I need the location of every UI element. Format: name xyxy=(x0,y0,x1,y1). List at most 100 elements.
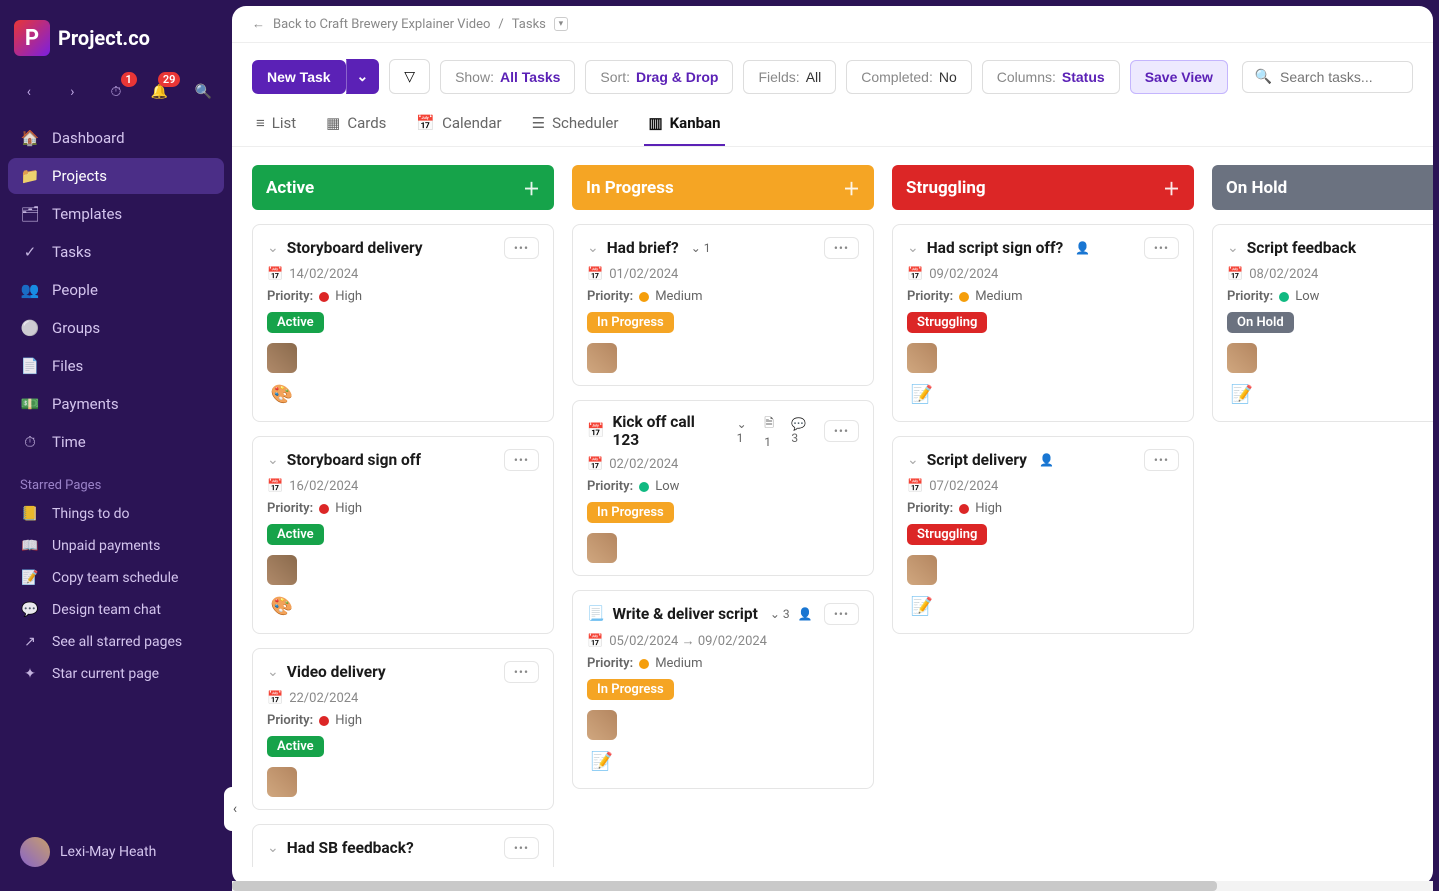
sidebar-item-files[interactable]: 📄Files xyxy=(8,348,224,384)
breadcrumb-menu-icon[interactable]: ▾ xyxy=(554,17,568,31)
search-box[interactable]: 🔍 xyxy=(1242,61,1413,93)
back-icon[interactable]: ← xyxy=(252,16,265,32)
view-tab-list[interactable]: ≡List xyxy=(252,104,300,146)
task-card[interactable]: ⌄ Had script sign off? 👤 ••• 📅09/02/2024… xyxy=(892,224,1194,422)
assignee-avatar[interactable] xyxy=(587,710,617,740)
view-tab-icon: ☰ xyxy=(532,114,545,132)
fields-filter[interactable]: Fields: All xyxy=(743,60,836,94)
new-task-dropdown[interactable]: ⌄ xyxy=(346,59,380,94)
bell-icon[interactable]: 🔔29 xyxy=(145,76,175,108)
card-more-button[interactable]: ••• xyxy=(504,449,539,471)
view-tab-icon: ▦ xyxy=(326,114,340,132)
brand-logo[interactable]: P Project.co xyxy=(8,12,224,72)
add-card-icon[interactable]: ＋ xyxy=(1163,175,1180,200)
forward-arrow-icon[interactable]: › xyxy=(58,76,88,108)
card-title: Script feedback xyxy=(1247,239,1356,257)
columns-filter[interactable]: Columns: Status xyxy=(982,60,1120,94)
assignee-avatar[interactable] xyxy=(907,555,937,585)
assignee-avatar[interactable] xyxy=(587,533,617,563)
task-card[interactable]: ⌄ Script feedback ••• 📅08/02/2024 Priori… xyxy=(1212,224,1433,422)
main-panel: ← Back to Craft Brewery Explainer Video … xyxy=(232,6,1433,885)
starred-item[interactable]: ↗See all starred pages xyxy=(8,627,224,657)
assignee-avatar[interactable] xyxy=(907,343,937,373)
save-view-button[interactable]: Save View xyxy=(1130,60,1228,94)
column-hold: On Hold＋ ⌄ Script feedback ••• 📅08/02/20… xyxy=(1212,165,1433,867)
sidebar-item-time[interactable]: ⏱Time xyxy=(8,424,224,460)
starred-item[interactable]: 📖Unpaid payments xyxy=(8,531,224,561)
assignee-avatar[interactable] xyxy=(267,343,297,373)
card-more-button[interactable]: ••• xyxy=(1144,449,1179,471)
add-card-icon[interactable]: ＋ xyxy=(523,175,540,200)
assignee-avatar[interactable] xyxy=(267,767,297,797)
assignee-avatar[interactable] xyxy=(1227,343,1257,373)
view-tab-label: Scheduler xyxy=(552,114,618,132)
starred-item[interactable]: ✦Star current page xyxy=(8,659,224,689)
priority-dot-icon xyxy=(319,716,329,726)
search-input[interactable] xyxy=(1280,69,1400,85)
status-pill: In Progress xyxy=(587,312,674,333)
column-header: Struggling＋ xyxy=(892,165,1194,210)
card-more-button[interactable]: ••• xyxy=(504,237,539,259)
nav-label: Payments xyxy=(52,395,119,413)
card-more-button[interactable]: ••• xyxy=(504,837,539,859)
task-card[interactable]: ⌄ Script delivery 👤 ••• 📅07/02/2024 Prio… xyxy=(892,436,1194,634)
show-filter[interactable]: Show: All Tasks xyxy=(440,60,575,94)
completed-filter[interactable]: Completed: No xyxy=(846,60,972,94)
card-chips: 👤 xyxy=(1039,453,1054,467)
assignee-avatar[interactable] xyxy=(587,343,617,373)
card-type-icon: ⌄ xyxy=(1227,240,1239,256)
view-tab-cards[interactable]: ▦Cards xyxy=(322,104,390,146)
add-card-icon[interactable]: ＋ xyxy=(843,175,860,200)
scrollbar-thumb[interactable] xyxy=(232,881,1217,891)
status-pill: In Progress xyxy=(587,679,674,700)
view-tab-icon: 📅 xyxy=(416,114,435,132)
card-type-icon: ⌄ xyxy=(587,240,599,256)
sidebar-item-people[interactable]: 👥People xyxy=(8,272,224,308)
task-card[interactable]: ⌄ Storyboard sign off ••• 📅16/02/2024 Pr… xyxy=(252,436,554,634)
filter-button[interactable]: ▽ xyxy=(389,59,430,94)
breadcrumb-back[interactable]: Back to Craft Brewery Explainer Video xyxy=(273,17,490,32)
task-card[interactable]: ⌄ Storyboard delivery ••• 📅14/02/2024 Pr… xyxy=(252,224,554,422)
new-task-button[interactable]: New Task xyxy=(252,60,346,94)
assignee-avatar[interactable] xyxy=(267,555,297,585)
task-card[interactable]: ⌄ Had brief? ⌄ 1 ••• 📅01/02/2024 Priorit… xyxy=(572,224,874,386)
current-user[interactable]: Lexi-May Heath xyxy=(8,825,224,879)
view-tab-calendar[interactable]: 📅Calendar xyxy=(412,104,505,146)
card-type-icon: 📅 xyxy=(587,423,604,439)
task-card[interactable]: ⌄ Had SB feedback? ••• xyxy=(252,824,554,867)
view-tab-kanban[interactable]: ▥Kanban xyxy=(644,104,724,146)
sort-filter[interactable]: Sort: Drag & Drop xyxy=(585,60,733,94)
card-more-button[interactable]: ••• xyxy=(824,237,859,259)
card-chip: ⌄ 1 xyxy=(737,417,757,445)
timer-icon[interactable]: ⏱1 xyxy=(101,76,131,108)
nav-label: Groups xyxy=(52,319,100,337)
sidebar-item-projects[interactable]: 📁Projects xyxy=(8,158,224,194)
card-title: Storyboard sign off xyxy=(287,451,421,469)
calendar-icon: 📅 xyxy=(587,457,603,472)
horizontal-scrollbar[interactable] xyxy=(232,881,1433,891)
search-icon[interactable]: 🔍 xyxy=(188,76,218,108)
card-more-button[interactable]: ••• xyxy=(824,420,859,442)
starred-item[interactable]: 📝Copy team schedule xyxy=(8,563,224,593)
card-chips: ⌄ 1 xyxy=(691,241,711,255)
toolbar: New Task ⌄ ▽ Show: All Tasks Sort: Drag … xyxy=(232,43,1433,104)
card-assignees: 📝 xyxy=(907,343,1179,409)
sidebar-item-groups[interactable]: ⚪Groups xyxy=(8,310,224,346)
view-tab-scheduler[interactable]: ☰ Scheduler xyxy=(528,104,623,146)
starred-item[interactable]: 💬Design team chat xyxy=(8,595,224,625)
sidebar-item-payments[interactable]: 💵Payments xyxy=(8,386,224,422)
sidebar-item-templates[interactable]: 🗂Templates xyxy=(8,196,224,232)
sidebar-item-tasks[interactable]: ✓Tasks xyxy=(8,234,224,270)
view-tab-label: Kanban xyxy=(670,114,721,132)
sidebar-collapse-button[interactable]: ‹ xyxy=(224,787,246,831)
card-more-button[interactable]: ••• xyxy=(504,661,539,683)
card-emoji-icon: 🎨 xyxy=(267,591,297,621)
sidebar-item-dashboard[interactable]: 🏠Dashboard xyxy=(8,120,224,156)
task-card[interactable]: 📃 Write & deliver script ⌄ 3👤 ••• 📅05/02… xyxy=(572,590,874,789)
back-arrow-icon[interactable]: ‹ xyxy=(14,76,44,108)
task-card[interactable]: ⌄ Video delivery ••• 📅22/02/2024 Priorit… xyxy=(252,648,554,810)
starred-item[interactable]: 📒Things to do xyxy=(8,499,224,529)
card-more-button[interactable]: ••• xyxy=(824,603,859,625)
task-card[interactable]: 📅 Kick off call 123 ⌄ 1🗎 1💬 3 ••• 📅02/02… xyxy=(572,400,874,576)
card-more-button[interactable]: ••• xyxy=(1144,237,1179,259)
